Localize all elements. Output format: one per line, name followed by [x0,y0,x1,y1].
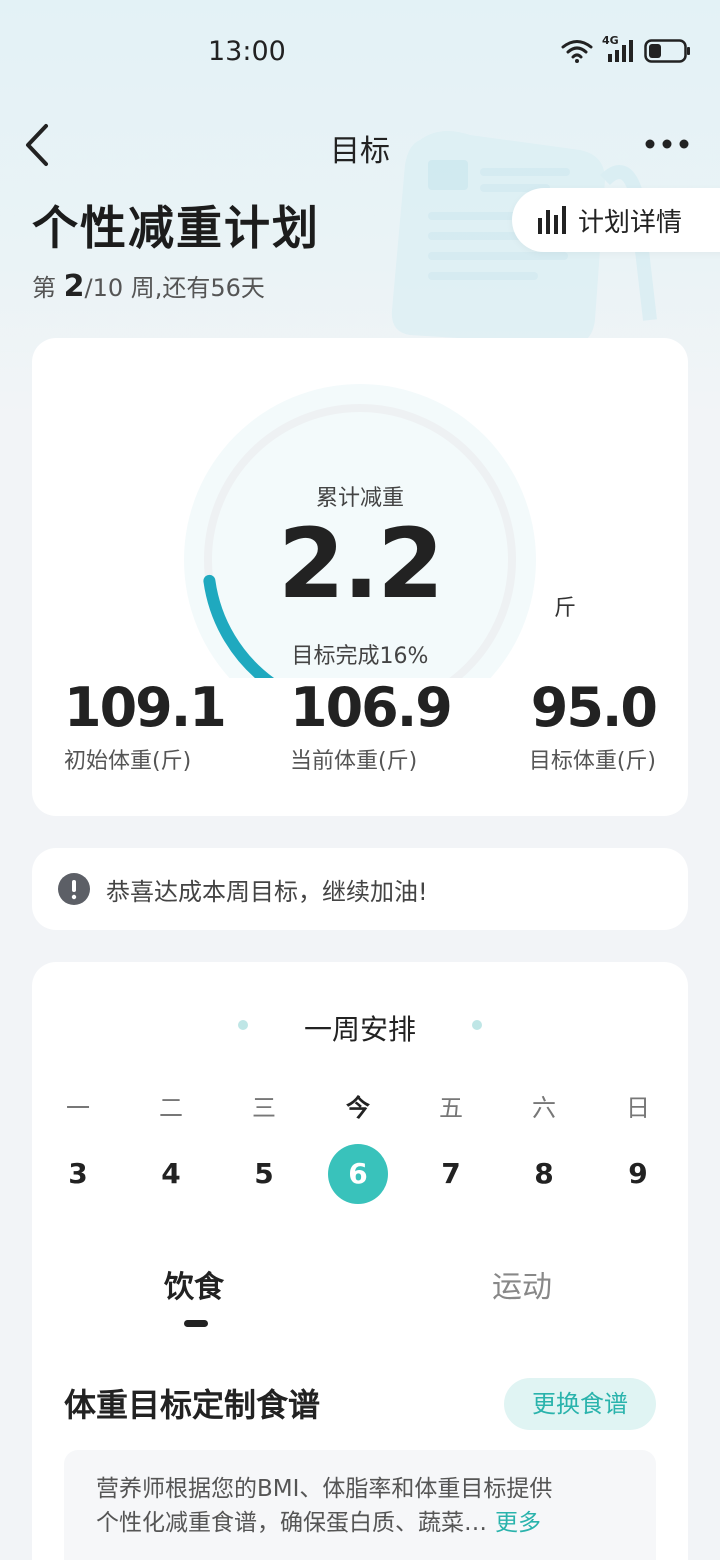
recipe-title: 体重目标定制食谱 [64,1386,321,1424]
schedule-tabs: 饮食 运动 [32,1262,688,1332]
stat-value: 109.1 [64,676,227,739]
day-name: 六 [532,1094,556,1122]
day-number: 8 [534,1157,554,1190]
day-number: 9 [628,1157,648,1190]
stat-caption: 目标体重(斤) [528,749,656,775]
exclamation-circle-icon [58,873,90,905]
day-number: 4 [161,1157,181,1190]
day-today[interactable]: 今 6 [326,1088,390,1204]
description-line-2: 个性化减重食谱，确保蛋白质、蔬菜… 更多 [96,1506,624,1540]
bar-chart-icon [538,206,566,234]
stat-value: 106.9 [290,676,453,739]
plan-detail-label: 计划详情 [578,207,683,238]
day-name: 日 [626,1094,650,1122]
weight-progress-card: 累计减重 2.2 斤 目标完成16% 109.1 初始体重(斤) 106.9 当… [32,338,688,816]
more-link[interactable]: 更多 [495,1510,541,1536]
plan-title: 个性减重计划 [32,201,320,255]
weekly-schedule-card: 一周安排 一 3 二 4 三 5 今 6 五 7 六 8 日 9 饮食 运动 体… [32,962,688,1560]
weight-stats: 109.1 初始体重(斤) 106.9 当前体重(斤) 95.0 目标体重(斤) [64,676,658,788]
week-suffix: /10 周,还有56天 [84,274,265,302]
day-sat[interactable]: 六 8 [512,1088,576,1204]
week-current: 2 [63,269,85,304]
day-name: 今 [346,1094,370,1122]
gauge-unit: 斤 [554,596,577,621]
day-name: 三 [252,1094,276,1122]
page-title: 目标 [330,134,390,169]
notice-banner: 恭喜达成本周目标，继续加油! [32,848,688,930]
nav-bar: 目标 [0,110,720,180]
wifi-icon [561,40,593,63]
description-text: 个性化减重食谱，确保蛋白质、蔬菜… [96,1510,487,1536]
plan-detail-button[interactable]: 计划详情 [512,188,720,252]
stat-target-weight: 95.0 目标体重(斤) [528,676,658,775]
progress-gauge: 累计减重 2.2 斤 目标完成16% [178,378,576,678]
day-wed[interactable]: 三 5 [232,1088,296,1204]
battery-icon [644,39,690,63]
day-name: 五 [439,1094,463,1122]
stat-caption: 当前体重(斤) [290,749,418,775]
week-days: 一 3 二 4 三 5 今 6 五 7 六 8 日 9 [32,1088,688,1208]
stat-value: 95.0 [530,676,658,739]
day-number: 3 [68,1157,88,1190]
description-line-1: 营养师根据您的BMI、体脂率和体重目标提供 [96,1476,553,1502]
day-name: 二 [159,1094,183,1122]
day-mon[interactable]: 一 3 [46,1088,110,1204]
stat-caption: 初始体重(斤) [64,749,192,775]
tab-exercise[interactable]: 运动 [492,1262,552,1306]
notice-text: 恭喜达成本周目标，继续加油! [106,877,428,906]
day-number: 5 [254,1157,274,1190]
more-horizontal-icon[interactable] [644,132,690,156]
tab-diet[interactable]: 饮食 [164,1262,224,1306]
change-recipe-button[interactable]: 更换食谱 [504,1378,656,1430]
gauge-completion: 目标完成16% [291,644,429,669]
status-icons: 4G [560,34,692,64]
day-name: 一 [66,1094,90,1122]
stat-current-weight: 106.9 当前体重(斤) [290,676,453,775]
day-fri[interactable]: 五 7 [419,1088,483,1204]
week-title: 一周安排 [303,1013,416,1046]
day-tue[interactable]: 二 4 [139,1088,203,1204]
status-bar: 13:00 4G [0,0,720,100]
title-dot-right [472,1020,482,1030]
day-number: 7 [441,1157,461,1190]
day-number: 6 [328,1144,388,1204]
tab-active-indicator [184,1320,208,1327]
gauge-value: 2.2 [277,508,444,620]
stat-initial-weight: 109.1 初始体重(斤) [64,676,227,775]
status-time: 13:00 [208,36,286,67]
plan-week-progress: 第 2/10 周,还有56天 [32,268,265,304]
week-title-row: 一周安排 [32,1008,688,1048]
recipe-description: 营养师根据您的BMI、体脂率和体重目标提供 个性化减重食谱，确保蛋白质、蔬菜… 更… [64,1450,656,1560]
week-prefix: 第 [32,274,64,302]
day-sun[interactable]: 日 9 [606,1088,670,1204]
signal-icon: 4G [602,34,636,64]
